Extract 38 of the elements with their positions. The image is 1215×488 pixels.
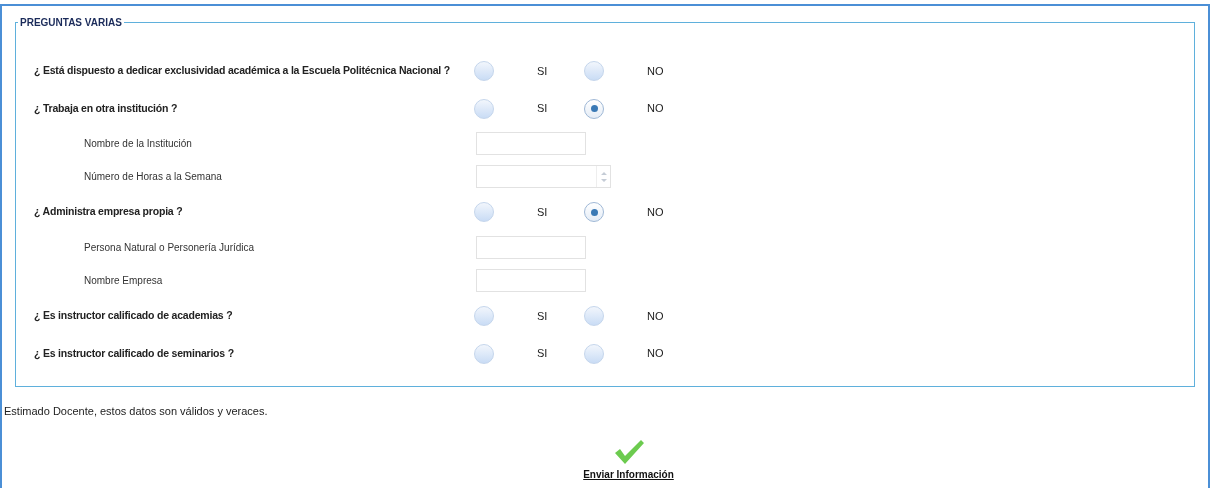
option-label: NO bbox=[647, 63, 664, 79]
option-label: NO bbox=[647, 204, 664, 220]
option-label: SI bbox=[537, 63, 548, 79]
note-text: Estimado Docente, estos datos son válidos y veraces. bbox=[4, 404, 269, 420]
option-label: SI bbox=[537, 346, 548, 362]
option-label: NO bbox=[647, 346, 664, 362]
question-label: ¿ Está dispuesto a dedicar exclusividad académica a la Escuela Politécnica Nacional ? bbox=[33, 62, 452, 79]
radio-button[interactable] bbox=[474, 305, 494, 326]
radio-button[interactable] bbox=[474, 98, 494, 119]
spinner-icon[interactable] bbox=[596, 166, 610, 188]
text-field[interactable] bbox=[476, 132, 586, 156]
field-label: Nombre de la Institución bbox=[83, 137, 193, 152]
radio-button[interactable] bbox=[584, 305, 604, 326]
field-label: Persona Natural o Personería Jurídica bbox=[83, 241, 256, 256]
question-label: ¿ Trabaja en otra institución ? bbox=[33, 100, 179, 117]
option-label: SI bbox=[537, 204, 548, 220]
radio-button[interactable] bbox=[584, 98, 604, 119]
checkmark-icon bbox=[612, 437, 645, 466]
option-label: SI bbox=[537, 101, 548, 117]
question-label: ¿ Administra empresa propia ? bbox=[33, 204, 184, 220]
number-field[interactable] bbox=[476, 165, 611, 189]
text-field[interactable] bbox=[476, 236, 586, 260]
radio-button[interactable] bbox=[584, 60, 604, 81]
text-field[interactable] bbox=[476, 269, 586, 293]
radio-button[interactable] bbox=[584, 202, 604, 223]
radio-button[interactable] bbox=[584, 343, 604, 364]
radio-button[interactable] bbox=[474, 343, 494, 364]
option-label: NO bbox=[647, 101, 664, 117]
question-label: ¿ Es instructor calificado de seminarios ? bbox=[33, 345, 235, 362]
question-label: ¿ Es instructor calificado de academias ? bbox=[33, 308, 234, 324]
field-label: Nombre Empresa bbox=[83, 274, 164, 289]
radio-button[interactable] bbox=[474, 60, 494, 81]
field-label: Número de Horas a la Semana bbox=[83, 170, 223, 185]
section-legend: PREGUNTAS VARIAS bbox=[18, 15, 124, 30]
radio-button[interactable] bbox=[474, 202, 494, 223]
option-label: NO bbox=[647, 308, 664, 324]
option-label: SI bbox=[537, 308, 548, 324]
submit-link[interactable]: Enviar Información bbox=[583, 466, 674, 482]
